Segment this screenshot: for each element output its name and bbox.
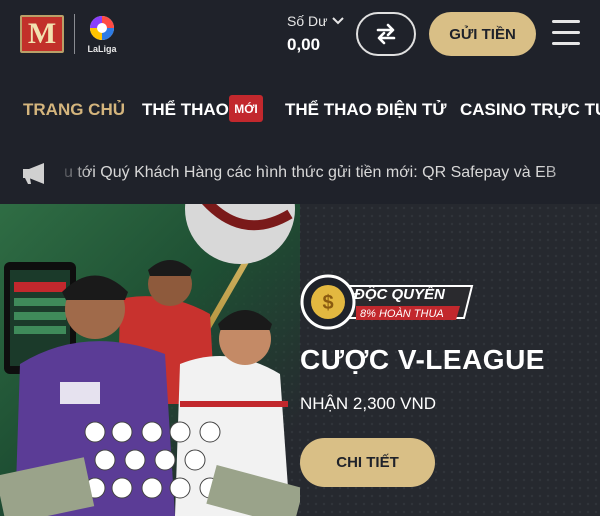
balance-label: Số Dư [287, 13, 328, 29]
laliga-text: LaLiga [87, 44, 117, 54]
svg-text:$: $ [322, 292, 333, 314]
logo-divider [74, 14, 75, 54]
hamburger-menu-icon[interactable] [552, 20, 582, 48]
ticker-fade-left [56, 142, 90, 204]
banner-subtitle: NHẬN 2,300 VND [300, 394, 437, 413]
chevron-down-icon [331, 17, 344, 25]
balance-toggle[interactable]: Số Dư [287, 13, 344, 29]
ticker-fade-right [540, 142, 600, 204]
nav-item-casino[interactable]: CASINO TRỰC TUYẾN [460, 100, 600, 120]
swap-button[interactable] [356, 12, 416, 56]
nav-item-home[interactable]: TRANG CHỦ [23, 100, 125, 120]
new-badge: MỚI [229, 95, 263, 122]
balance-value: 0,00 [287, 35, 321, 54]
main-nav: TRANG CHỦ THỂ THAO MỚI THỂ THAO ĐIỆN TỬ … [0, 80, 600, 142]
megaphone-icon [23, 163, 44, 184]
logo-letter: M [27, 17, 57, 50]
players-artwork [0, 204, 300, 516]
banner-title: CƯỢC V-LEAGUE [300, 344, 545, 375]
nav-item-sports[interactable]: THỂ THAO [142, 100, 229, 120]
details-button[interactable]: CHI TIẾT [300, 438, 435, 487]
header: M LaLiga Số Dư 0,00 GỬI TIỀN [0, 0, 600, 80]
deposit-button[interactable]: GỬI TIỀN [429, 12, 536, 56]
announcement-ticker[interactable]: u tới Quý Khách Hàng các hình thức gửi t… [0, 142, 600, 204]
nav-item-esports[interactable]: THỂ THAO ĐIỆN TỬ [285, 100, 446, 120]
m-logo[interactable]: M [20, 15, 64, 53]
promo-banner[interactable]: $ ĐỘC QUYỀN 8% HOÀN THUA CƯỢC V-LEAGUE N… [0, 204, 600, 516]
swap-icon [376, 23, 396, 45]
ticker-text: u tới Quý Khách Hàng các hình thức gửi t… [64, 164, 557, 181]
exclusive-title: ĐỘC QUYỀN [354, 286, 445, 303]
app-page: M LaLiga Số Dư 0,00 GỬI TIỀN TRANG CHỦ T… [0, 0, 600, 516]
exclusive-subtitle: 8% HOÀN THUA [360, 308, 444, 320]
